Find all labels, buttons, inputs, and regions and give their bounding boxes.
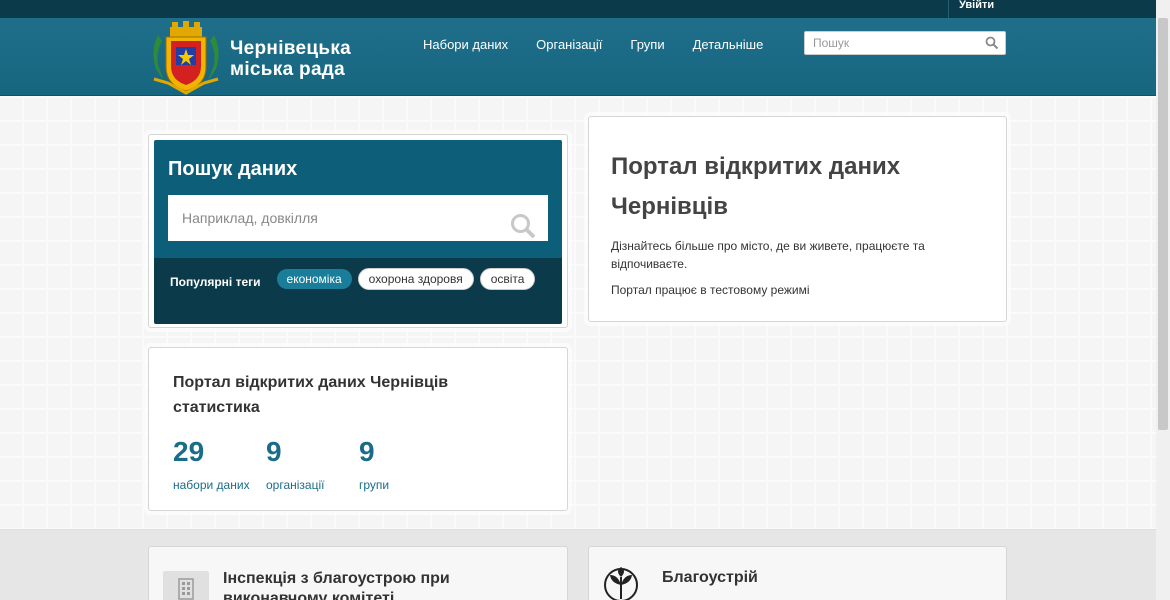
stats-list: 29 набори даних 9 організації 9 групи <box>173 436 543 492</box>
popular-tags-label: Популярні теги <box>170 275 261 289</box>
tag-link[interactable]: освіта <box>479 268 536 290</box>
tag-link[interactable]: економіка <box>276 269 352 289</box>
stat-value: 9 <box>266 436 282 467</box>
building-icon <box>178 578 194 600</box>
stat-label: організації <box>266 478 325 492</box>
account-masthead: Увійти <box>0 0 1170 18</box>
leaf-icon <box>604 567 638 600</box>
intro-title: Портал відкритих даних Чернівців <box>611 147 984 227</box>
featured-organization-line-2: виконавчому комітеті <box>223 590 395 600</box>
page-scrollbar[interactable] <box>1156 0 1170 600</box>
nav-organizations[interactable]: Організації <box>536 37 602 52</box>
stat-label: набори даних <box>173 478 250 492</box>
stat-value: 9 <box>359 436 375 467</box>
site-title-line-2: міська рада <box>230 59 346 80</box>
featured-group-title: Благоустрій <box>662 569 758 586</box>
nav-groups[interactable]: Групи <box>630 37 664 52</box>
stats-title-line-1: Портал відкритих даних Чернівців <box>173 374 449 391</box>
city-emblem-logo[interactable] <box>150 21 222 95</box>
dataset-search-input[interactable] <box>168 195 498 241</box>
popular-tags-bar: Популярні теги економіка охорона здоровя… <box>154 258 562 324</box>
main-nav: Набори даних Організації Групи Детальніш… <box>423 37 791 52</box>
featured-group-card[interactable]: Благоустрій <box>588 546 1007 600</box>
search-icon[interactable] <box>510 213 536 239</box>
intro-title-line-2: Чернівців <box>611 193 728 220</box>
scrollbar-thumb[interactable] <box>1158 18 1168 430</box>
featured-organization-card[interactable]: Інспекція з благоустрою при виконавчому … <box>148 546 568 600</box>
login-link[interactable]: Увійти <box>948 0 1170 18</box>
intro-panel: Портал відкритих даних Чернівців Дізнайт… <box>588 116 1007 322</box>
intro-title-line-1: Портал відкритих даних <box>611 153 901 180</box>
header-search <box>804 31 1006 55</box>
stat-organizations[interactable]: 9 організації <box>266 436 349 492</box>
search-panel-top: Пошук даних <box>154 140 562 258</box>
featured-organization-title: Інспекція з благоустрою при виконавчому … <box>223 569 523 600</box>
dataset-search-panel: Пошук даних Популярні теги економіка охо… <box>148 134 568 328</box>
stat-label: групи <box>359 478 390 492</box>
popular-tags: Популярні теги економіка охорона здоровя… <box>164 268 562 296</box>
site-title[interactable]: Чернівецька міська рада <box>230 38 351 80</box>
stat-value: 29 <box>173 436 205 467</box>
search-panel-title: Пошук даних <box>168 158 298 180</box>
intro-description: Дізнайтесь більше про місто, де ви живет… <box>611 239 925 271</box>
nav-about[interactable]: Детальніше <box>693 37 764 52</box>
stats-title: Портал відкритих даних Чернівців статист… <box>173 370 543 420</box>
tag-link[interactable]: охорона здоровя <box>357 268 474 290</box>
site-header: Чернівецька міська рада Набори даних Орг… <box>0 18 1170 96</box>
search-icon[interactable] <box>985 36 999 50</box>
stat-datasets[interactable]: 29 набори даних <box>173 436 256 492</box>
stat-groups[interactable]: 9 групи <box>359 436 389 492</box>
site-title-line-1: Чернівецька <box>230 38 352 59</box>
stats-panel: Портал відкритих даних Чернівців статист… <box>148 347 568 511</box>
featured-organization-line-1: Інспекція з благоустрою при <box>223 570 450 587</box>
intro-notice: Портал працює в тестовому режимі <box>611 283 810 297</box>
organization-image <box>163 571 209 600</box>
stats-title-line-2: статистика <box>173 399 260 416</box>
nav-datasets[interactable]: Набори даних <box>423 37 508 52</box>
dataset-search-box <box>168 195 548 241</box>
header-search-input[interactable] <box>805 32 975 54</box>
